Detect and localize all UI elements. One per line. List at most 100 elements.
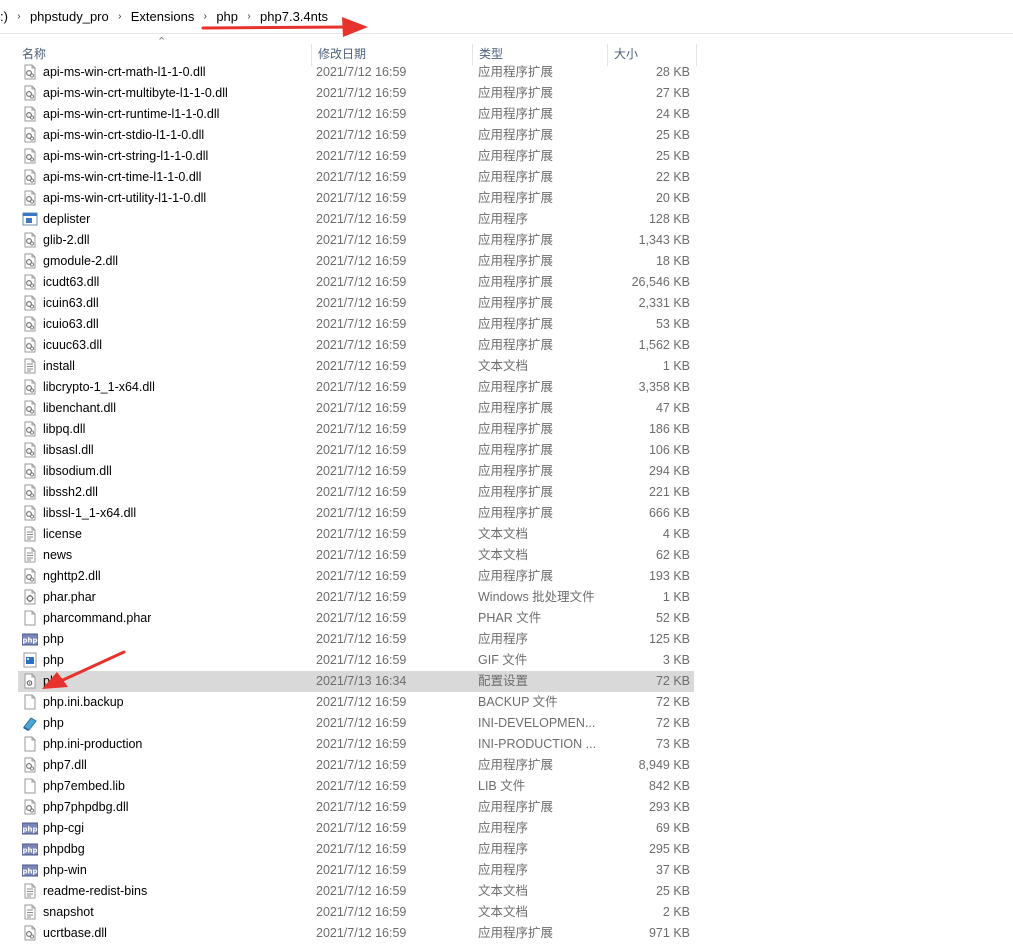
- file-size: 72 KB: [655, 695, 690, 709]
- file-size: 72 KB: [655, 674, 690, 688]
- chevron-right-icon[interactable]: ›: [14, 11, 24, 22]
- file-size: 25 KB: [655, 149, 690, 163]
- file-row[interactable]: php phpdbg 2021/7/12 16:59 应用程序 295 KB: [18, 839, 694, 860]
- file-row[interactable]: icudt63.dll 2021/7/12 16:59 应用程序扩展 26,546 K…: [18, 272, 694, 293]
- file-name: php-cgi: [43, 821, 84, 835]
- file-type: 应用程序扩展: [478, 191, 554, 205]
- file-date: 2021/7/12 16:59: [316, 695, 407, 709]
- file-row[interactable]: icuin63.dll 2021/7/12 16:59 应用程序扩展 2,331 KB: [18, 293, 694, 314]
- file-row[interactable]: api-ms-win-crt-multibyte-l1-1-0.dll 2021/…: [18, 83, 694, 104]
- chevron-right-icon[interactable]: ›: [115, 11, 125, 22]
- dll-icon: [22, 505, 38, 526]
- file-row[interactable]: phar.phar 2021/7/12 16:59 Windows 批处理文件 1 K…: [18, 587, 694, 608]
- chevron-right-icon[interactable]: ›: [244, 11, 254, 22]
- breadcrumb-item[interactable]: php: [210, 9, 244, 24]
- file-name: php7.dll: [43, 758, 87, 772]
- file-name: icuuc63.dll: [43, 338, 103, 352]
- file-row[interactable]: php 2021/7/12 16:59 INI-DEVELOPMEN... 72 KB: [18, 713, 694, 734]
- file-row[interactable]: license 2021/7/12 16:59 文本文档 4 KB: [18, 524, 694, 545]
- file-name: snapshot: [43, 905, 94, 919]
- file-size: 125 KB: [648, 632, 690, 646]
- file-name: icuin63.dll: [43, 296, 99, 310]
- file-row[interactable]: api-ms-win-crt-string-l1-1-0.dll 2021/7/1…: [18, 146, 694, 167]
- file-row[interactable]: gmodule-2.dll 2021/7/12 16:59 应用程序扩展 18 KB: [18, 251, 694, 272]
- file-row[interactable]: php.ini-production 2021/7/12 16:59 INI-PRO…: [18, 734, 694, 755]
- dll-icon: [22, 421, 38, 442]
- file-row[interactable]: api-ms-win-crt-math-l1-1-0.dll 2021/7/12 …: [18, 62, 694, 83]
- file-row[interactable]: icuio63.dll 2021/7/12 16:59 应用程序扩展 53 KB: [18, 314, 694, 335]
- file-name: libssh2.dll: [43, 485, 98, 499]
- file-type: 文本文档: [478, 359, 529, 373]
- breadcrumb-item[interactable]: phpstudy_pro: [24, 9, 115, 24]
- text-file-icon: [22, 904, 38, 925]
- file-row[interactable]: libcrypto-1_1-x64.dll 2021/7/12 16:59 应用程序…: [18, 377, 694, 398]
- file-date: 2021/7/12 16:59: [316, 569, 407, 583]
- column-divider[interactable]: [696, 44, 697, 66]
- file-date: 2021/7/13 16:34: [316, 674, 407, 688]
- file-row[interactable]: readme-redist-bins 2021/7/12 16:59 文本文档 25 …: [18, 881, 694, 902]
- chevron-right-icon[interactable]: ›: [200, 11, 210, 22]
- file-type: 应用程序扩展: [478, 65, 554, 79]
- file-date: 2021/7/12 16:59: [316, 317, 407, 331]
- file-row[interactable]: icuuc63.dll 2021/7/12 16:59 应用程序扩展 1,562 KB: [18, 335, 694, 356]
- file-type: 应用程序: [478, 842, 529, 856]
- file-row[interactable]: libssh2.dll 2021/7/12 16:59 应用程序扩展 221 KB: [18, 482, 694, 503]
- file-row[interactable]: install 2021/7/12 16:59 文本文档 1 KB: [18, 356, 694, 377]
- dll-icon: [22, 148, 38, 169]
- file-row[interactable]: api-ms-win-crt-stdio-l1-1-0.dll 2021/7/12…: [18, 125, 694, 146]
- file-row[interactable]: php 2021/7/12 16:59 GIF 文件 3 KB: [18, 650, 694, 671]
- file-name: libcrypto-1_1-x64.dll: [43, 380, 155, 394]
- file-row[interactable]: php.ini.backup 2021/7/12 16:59 BACKUP 文件 72…: [18, 692, 694, 713]
- file-size: 27 KB: [655, 86, 690, 100]
- file-date: 2021/7/12 16:59: [316, 401, 407, 415]
- file-size: 3,358 KB: [638, 380, 690, 394]
- file-row[interactable]: libssl-1_1-x64.dll 2021/7/12 16:59 应用程序扩展 6…: [18, 503, 694, 524]
- file-type: 应用程序扩展: [478, 485, 554, 499]
- file-name: phpdbg: [43, 842, 85, 856]
- php-exe-icon: php: [22, 862, 38, 883]
- file-name: api-ms-win-crt-multibyte-l1-1-0.dll: [43, 86, 228, 100]
- breadcrumb-item[interactable]: php7.3.4nts: [254, 9, 334, 24]
- file-name: libssl-1_1-x64.dll: [43, 506, 137, 520]
- file-type: 应用程序: [478, 632, 529, 646]
- file-size: 47 KB: [655, 401, 690, 415]
- file-row[interactable]: deplister 2021/7/12 16:59 应用程序 128 KB: [18, 209, 694, 230]
- blank-file-icon: [22, 778, 38, 799]
- breadcrumb-item[interactable]: :): [0, 9, 14, 24]
- dll-icon: [22, 463, 38, 484]
- file-size: 73 KB: [655, 737, 690, 751]
- file-row-selected[interactable]: php 2021/7/13 16:34 配置设置 72 KB: [18, 671, 694, 692]
- file-row[interactable]: php7.dll 2021/7/12 16:59 应用程序扩展 8,949 KB: [18, 755, 694, 776]
- file-row[interactable]: libsodium.dll 2021/7/12 16:59 应用程序扩展 294 KB: [18, 461, 694, 482]
- file-row[interactable]: libsasl.dll 2021/7/12 16:59 应用程序扩展 106 KB: [18, 440, 694, 461]
- file-date: 2021/7/12 16:59: [316, 233, 407, 247]
- file-row[interactable]: nghttp2.dll 2021/7/12 16:59 应用程序扩展 193 KB: [18, 566, 694, 587]
- dll-icon: [22, 379, 38, 400]
- file-size: 1 KB: [662, 590, 690, 604]
- dll-icon: [22, 295, 38, 316]
- file-row[interactable]: php php-win 2021/7/12 16:59 应用程序 37 KB: [18, 860, 694, 881]
- file-size: 28 KB: [655, 65, 690, 79]
- breadcrumb: :) › phpstudy_pro › Extensions › php › php7.3.4n…: [0, 0, 1013, 34]
- file-size: 52 KB: [655, 611, 690, 625]
- file-row[interactable]: pharcommand.phar 2021/7/12 16:59 PHAR 文件 52…: [18, 608, 694, 629]
- file-row[interactable]: libenchant.dll 2021/7/12 16:59 应用程序扩展 47 KB: [18, 398, 694, 419]
- file-row[interactable]: api-ms-win-crt-runtime-l1-1-0.dll 2021/7/…: [18, 104, 694, 125]
- file-row[interactable]: glib-2.dll 2021/7/12 16:59 应用程序扩展 1,343 KB: [18, 230, 694, 251]
- file-row[interactable]: php7phpdbg.dll 2021/7/12 16:59 应用程序扩展 293 K…: [18, 797, 694, 818]
- file-row[interactable]: libpq.dll 2021/7/12 16:59 应用程序扩展 186 KB: [18, 419, 694, 440]
- breadcrumb-item[interactable]: Extensions: [125, 9, 201, 24]
- file-row[interactable]: php php 2021/7/12 16:59 应用程序 125 KB: [18, 629, 694, 650]
- file-size: 62 KB: [655, 548, 690, 562]
- file-row[interactable]: snapshot 2021/7/12 16:59 文本文档 2 KB: [18, 902, 694, 923]
- file-row[interactable]: api-ms-win-crt-time-l1-1-0.dll 2021/7/12 …: [18, 167, 694, 188]
- file-size: 24 KB: [655, 107, 690, 121]
- blank-file-icon: [22, 736, 38, 757]
- file-row[interactable]: api-ms-win-crt-utility-l1-1-0.dll 2021/7/…: [18, 188, 694, 209]
- file-row[interactable]: php7embed.lib 2021/7/12 16:59 LIB 文件 842 KB: [18, 776, 694, 797]
- file-size: 26,546 KB: [631, 275, 690, 289]
- blank-file-icon: [22, 694, 38, 715]
- file-row[interactable]: news 2021/7/12 16:59 文本文档 62 KB: [18, 545, 694, 566]
- file-row[interactable]: php php-cgi 2021/7/12 16:59 应用程序 69 KB: [18, 818, 694, 839]
- file-date: 2021/7/12 16:59: [316, 65, 407, 79]
